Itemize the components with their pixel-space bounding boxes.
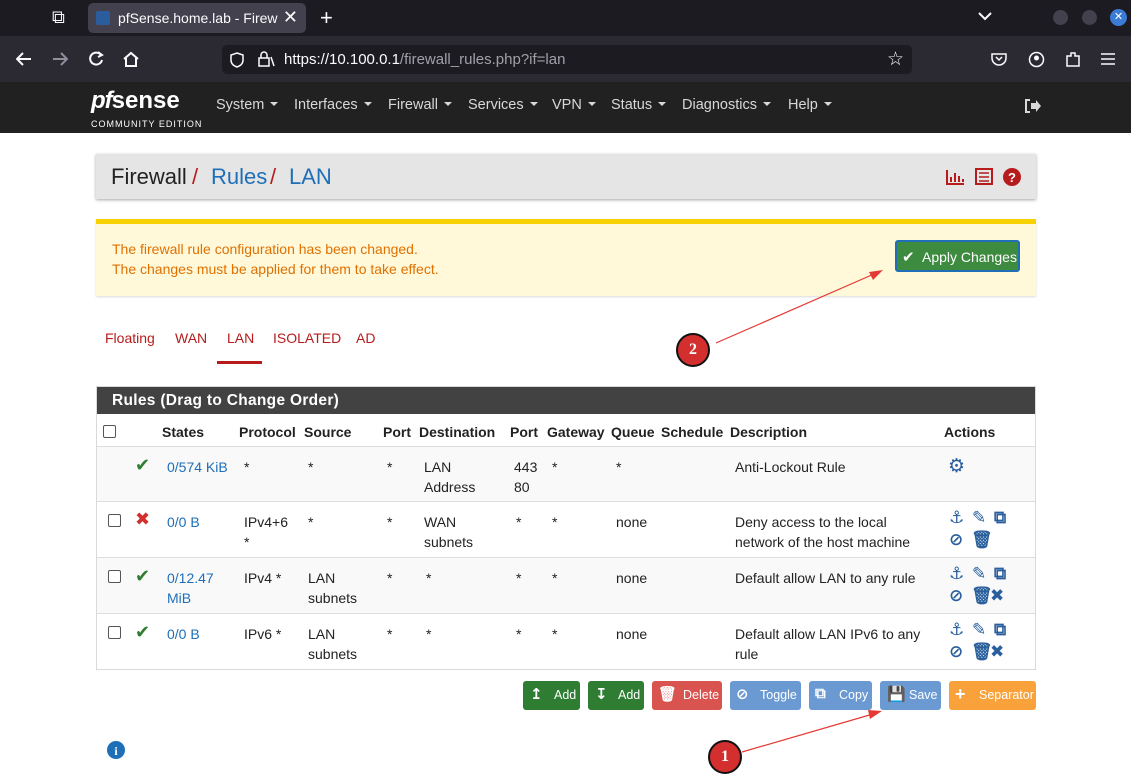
- annotation-arrows: [715, 270, 883, 753]
- annotation-marker-2: 2: [676, 333, 710, 367]
- annotation-marker-1: 1: [708, 740, 742, 774]
